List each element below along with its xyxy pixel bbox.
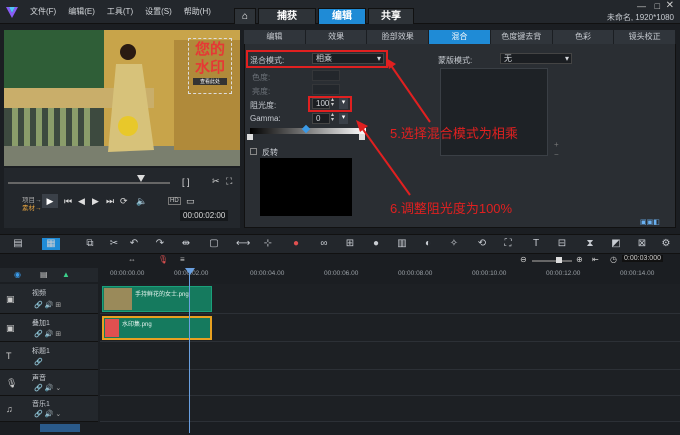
color-grade-icon[interactable]: ◩: [610, 238, 622, 250]
zoom-slider[interactable]: [532, 260, 572, 262]
music-icon[interactable]: ●: [370, 238, 382, 250]
audio-mix-icon[interactable]: ≡: [180, 255, 185, 264]
fit-timeline-icon[interactable]: ⇤: [592, 255, 599, 264]
transform-icon[interactable]: ⊹: [262, 238, 274, 250]
settings-icon[interactable]: ⚙: [660, 238, 672, 250]
overlay-track-icon: ▣: [6, 323, 15, 333]
clip-thumbnail: [105, 319, 119, 337]
mic-icon[interactable]: 🎙: [158, 255, 168, 264]
track-visibility-icon[interactable]: ◉: [14, 270, 21, 279]
zoom-in-icon[interactable]: ⊕: [576, 255, 583, 264]
video-clip[interactable]: 手持鲜花的女士.png: [102, 286, 212, 312]
track-lane-title[interactable]: [100, 342, 680, 370]
rotate-icon[interactable]: ⟲: [476, 238, 488, 250]
track-controls-video[interactable]: 🔗 🔊 ⊞: [34, 301, 61, 309]
video-track-icon: ▣: [6, 294, 15, 304]
music-track-icon: ♫: [6, 404, 13, 414]
ruler-tick: 00:00:08.00: [398, 270, 433, 277]
track-lane-music[interactable]: [100, 396, 680, 422]
record-icon[interactable]: ●: [290, 238, 302, 250]
overlay-clip[interactable]: 水印集.png: [102, 316, 212, 340]
clock-icon: ◷: [610, 255, 617, 264]
timeline-playhead[interactable]: [189, 268, 190, 433]
clip-name: 水印集.png: [122, 322, 152, 328]
clip-thumbnail: [104, 288, 132, 310]
clip-name: 手持鲜花的女士.png: [135, 292, 189, 298]
ruler-tick: 00:00:10.00: [472, 270, 507, 277]
title-track-icon: T: [6, 351, 12, 361]
ruler-tick: 00:00:12.00: [546, 270, 581, 277]
cut-tool-icon[interactable]: ✂: [108, 238, 120, 250]
track-name-music: 音乐1: [32, 401, 50, 408]
zoom-timecode[interactable]: 0:00:03:000: [622, 255, 663, 262]
track-name-title: 标题1: [32, 348, 50, 355]
ruler-tick: 00:00:04.00: [250, 270, 285, 277]
track-controls-voice[interactable]: 🔗 🔊 ⌄: [34, 384, 61, 392]
ruler-tick: 00:00:00.00: [110, 270, 145, 277]
mask-tool-icon[interactable]: ◐: [422, 238, 434, 250]
track-header-video[interactable]: [0, 284, 98, 314]
track-name-voice: 声音: [32, 375, 46, 382]
multi-camera-icon[interactable]: ⊞: [344, 238, 356, 250]
subtitle-icon[interactable]: ▥: [396, 238, 408, 250]
track-name-overlay: 叠加1: [32, 320, 50, 327]
timeline-scrollbar[interactable]: [40, 424, 80, 432]
speed-icon[interactable]: ⧗: [584, 238, 596, 250]
playhead-marker[interactable]: [185, 268, 195, 275]
timeline-view-icon[interactable]: ▦: [42, 238, 60, 250]
effects-icon[interactable]: ✧: [448, 238, 460, 250]
motion-icon[interactable]: ⟷: [236, 238, 250, 250]
link-icon[interactable]: ∞: [318, 238, 330, 250]
track-controls-overlay[interactable]: 🔗 🔊 ⊞: [34, 330, 61, 338]
zoom-handle[interactable]: [556, 257, 562, 263]
fit-icon[interactable]: ⇹: [180, 238, 192, 250]
stabilize-icon[interactable]: ⊟: [556, 238, 568, 250]
track-manager-icon[interactable]: ⧉: [84, 238, 96, 250]
ruler-tick: 00:00:14.00: [620, 270, 655, 277]
text-icon[interactable]: T: [530, 238, 542, 250]
timeline-toolbar: [0, 234, 680, 254]
storyboard-view-icon[interactable]: ▤: [12, 238, 24, 250]
track-lane-voice[interactable]: [100, 370, 680, 396]
split-screen-icon[interactable]: ⊠: [636, 238, 648, 250]
screen-icon[interactable]: ▢: [208, 238, 220, 250]
add-track-icon[interactable]: ▲: [62, 270, 70, 279]
track-name-video: 视频: [32, 290, 46, 297]
crop-icon[interactable]: ⛶: [502, 238, 514, 250]
track-list-icon[interactable]: ▤: [40, 270, 48, 279]
track-controls-title[interactable]: 🔗: [34, 358, 43, 366]
undo-icon[interactable]: ↶: [128, 238, 140, 250]
track-controls-music[interactable]: 🔗 🔊 ⌄: [34, 410, 61, 418]
ruler-tick: 00:00:06.00: [324, 270, 359, 277]
zoom-out-icon[interactable]: ⊖: [520, 255, 527, 264]
redo-icon[interactable]: ↷: [154, 238, 166, 250]
fit-project-icon[interactable]: ⇔: [128, 255, 136, 264]
voice-track-icon: 🎙: [6, 378, 18, 388]
